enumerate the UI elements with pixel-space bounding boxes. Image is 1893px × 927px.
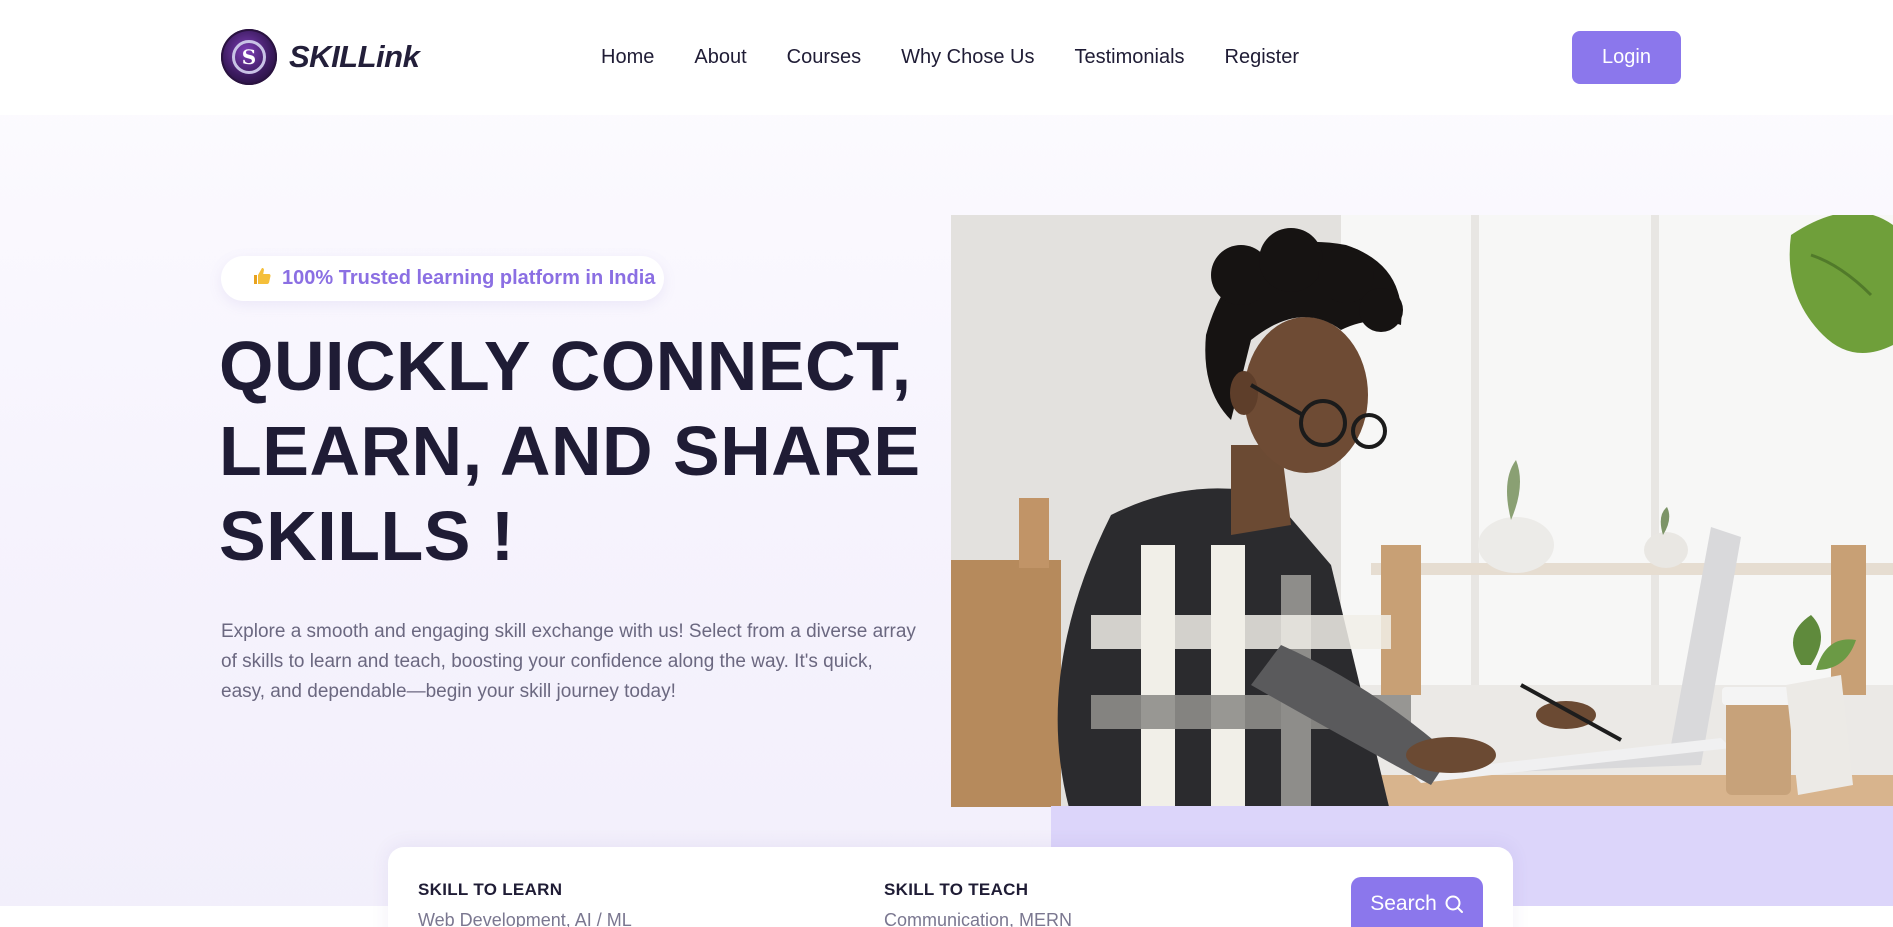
nav-link-courses[interactable]: Courses xyxy=(787,46,861,68)
skill-search-card: SKILL TO LEARN SKILL TO TEACH Search xyxy=(388,847,1513,927)
search-button-label: Search xyxy=(1370,892,1437,915)
search-icon xyxy=(1445,895,1463,913)
hero-title-line-2: LEARN, AND SHARE xyxy=(219,412,921,490)
nav-link-home[interactable]: Home xyxy=(601,46,654,68)
hero-title-line-1: QUICKLY CONNECT, xyxy=(219,327,912,405)
skill-to-learn-field: SKILL TO LEARN xyxy=(418,880,818,927)
nav-link-testimonials[interactable]: Testimonials xyxy=(1074,46,1184,68)
search-button[interactable]: Search xyxy=(1351,877,1483,927)
skill-to-teach-label: SKILL TO TEACH xyxy=(884,880,1029,899)
skill-to-learn-input[interactable] xyxy=(418,910,818,927)
hero-description: Explore a smooth and engaging skill exch… xyxy=(221,621,916,702)
nav-link-why-chose-us[interactable]: Why Chose Us xyxy=(901,46,1034,68)
login-button[interactable]: Login xyxy=(1572,31,1681,84)
hero-title: QUICKLY CONNECT, LEARN, AND SHARE SKILLS… xyxy=(219,324,921,579)
thumbs-up-icon xyxy=(252,266,272,292)
skill-to-teach-field: SKILL TO TEACH xyxy=(884,880,1284,927)
trust-badge: 100% Trusted learning platform in India xyxy=(221,256,664,301)
hero-title-line-3: SKILLS ! xyxy=(219,497,515,575)
brand[interactable]: S SKILLink xyxy=(221,29,420,85)
hero-image xyxy=(951,215,1893,807)
logo-icon: S xyxy=(221,29,277,85)
badge-text: 100% Trusted learning platform in India xyxy=(282,267,656,289)
brand-name: SKILLink xyxy=(289,39,420,74)
nav-link-about[interactable]: About xyxy=(694,46,746,68)
skill-to-learn-label: SKILL TO LEARN xyxy=(418,880,563,899)
navbar: S SKILLink Home About Courses Why Chose … xyxy=(0,0,1893,115)
nav-links: Home About Courses Why Chose Us Testimon… xyxy=(601,46,1339,68)
logo-letter: S xyxy=(232,40,266,74)
nav-link-register[interactable]: Register xyxy=(1225,46,1299,68)
skill-to-teach-input[interactable] xyxy=(884,910,1284,927)
